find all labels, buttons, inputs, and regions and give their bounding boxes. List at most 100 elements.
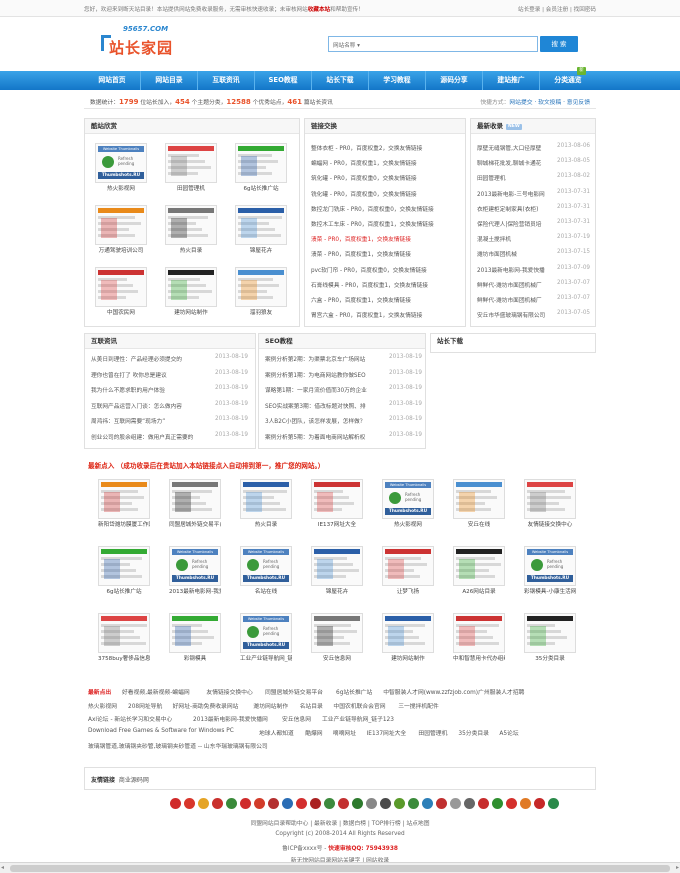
text-link[interactable]: 好网址-商助免费收录网站 [173,701,239,710]
cool-site-item[interactable]: 热火目录 [165,205,217,254]
certification-badge-icon[interactable] [310,798,321,809]
news-item[interactable]: 周鸿祎：互联网需要“现场力” [91,416,199,425]
cool-site-item[interactable]: 6g站长推广站 [235,143,287,192]
scroll-left-icon[interactable]: ◂ [1,864,4,871]
certification-badge-icon[interactable] [366,798,377,809]
link-exchange-item[interactable]: 数控木工车床 - PR0，百度权重1，交换友情链接 [311,219,434,228]
newest-item[interactable]: 潍坊市面团机械 [477,249,549,258]
certification-badge-icon[interactable] [268,798,279,809]
account-links[interactable]: 站长登录 | 会员注册 | 找回密码 [518,5,596,13]
certification-badge-icon[interactable] [450,798,461,809]
cool-site-item[interactable]: 溜羽狼友 [235,267,287,316]
seo-item[interactable]: 案例分析第5期：为着面电商网站解析权 [265,432,373,441]
newest-item[interactable]: 聊城梯花批发,聊城卡通花 [477,158,549,167]
certification-badge-icon[interactable] [338,798,349,809]
link-exchange-item[interactable]: 数控龙门铣床 - PR0，百度权重0，交换友情链接 [311,204,434,213]
newest-item[interactable]: 混凝土搅拌机 [477,234,549,243]
text-link[interactable]: 中国农机联合会官网 [333,701,385,710]
bookmark-link[interactable]: 收藏本站 [308,7,330,13]
news-item[interactable]: 互联网产品运营入门谈：怎么做内容 [91,401,199,410]
text-link[interactable]: 同盟居城外链交易平台 [265,687,323,696]
text-link[interactable]: 田园管理机 [418,728,447,737]
nav-download[interactable]: 站长下载 [312,71,369,90]
horizontal-scrollbar[interactable]: ◂ ▸ [0,862,680,873]
text-link[interactable]: 6g站长推广站 [336,687,372,696]
link-exchange-item[interactable]: 蝙蝠网 - PR0，百度权重1，交换友情链接 [311,158,417,167]
link-exchange-item[interactable]: 溃菜 - PR0，百度权重1，交换友情链接 [311,234,411,243]
link-exchange-item[interactable]: 整体衣柜 - PR0，百度权重2，交换友情链接 [311,143,422,152]
text-link[interactable]: 2013最新电影网-我爱快播网 [193,714,268,723]
newest-item[interactable]: 鲜鲜代-潍坊市面团机械厂 [477,295,549,304]
certification-badge-icon[interactable] [422,798,433,809]
certification-badge-icon[interactable] [478,798,489,809]
certification-badge-icon[interactable] [492,798,503,809]
nav-news[interactable]: 互联资讯 [198,71,255,90]
cool-site-item[interactable]: 田园管理机 [165,143,217,192]
seo-item[interactable]: 3人B2C小团队，该怎样发展，怎样做？ [265,416,373,425]
site-logo[interactable]: 95657.COM 站长家园 [101,25,191,61]
seo-item[interactable]: 案例分析第1期：为电商网站教你做SEO [265,370,373,379]
quick-link-list[interactable]: 网站提交 · 软文投稿 · 意见反馈 [509,100,590,106]
nav-tutorials[interactable]: 学习教程 [369,71,426,90]
text-link[interactable]: Download Free Games & Software for Windo… [88,728,234,734]
text-link[interactable]: 热火影视网 [88,701,117,710]
search-type-select[interactable]: 网站名称 ▾ [333,41,360,49]
certification-badge-icon[interactable] [226,798,237,809]
certification-badge-icon[interactable] [254,798,265,809]
certification-badge-icon[interactable] [548,798,559,809]
link-exchange-item[interactable]: pvc软门帘 - PR0，百度权重0，交换友情链接 [311,265,427,274]
promo-site-item[interactable]: Website Thumbnails Refresh pending Thumbsh… [524,546,576,595]
footer-links[interactable]: 同盟网站目录帮助中心 | 最新收录 | 数据白榜 | TOP排行榜 | 站点地图 [0,818,680,827]
promo-site-item[interactable]: 彩钢模具 [169,613,221,662]
text-link[interactable]: 玻璃钢管道,玻璃钢夹砂管,玻璃钢夹砂管道 -- 山东华瑞玻璃钢有限公司 [88,741,268,750]
link-exchange-item[interactable]: 筑化罐 - PR0，百度权重0，交换友情链接 [311,173,417,182]
nav-categories[interactable]: 分类通览 [540,71,596,90]
promo-site-item[interactable]: Website Thumbnails Refresh pending Thumbsh… [240,613,292,662]
promo-site-item[interactable]: 让梦飞扬 [382,546,434,595]
link-exchange-item[interactable]: 六盒 - PR0，百度权重1，交换友情链接 [311,295,411,304]
scrollbar-thumb[interactable] [10,865,670,872]
link-exchange-item[interactable]: 石膏线模具 - PR0，百度权重1，交换友情链接 [311,280,428,289]
text-link[interactable]: 酷爆网 [305,728,322,737]
certification-badge-icon[interactable] [296,798,307,809]
promo-site-item[interactable]: IE137网址大全 [311,479,363,528]
promo-site-item[interactable]: 3758buy奢侈品信息网 [98,613,150,662]
text-link[interactable]: 潍坊网站制作 [253,701,288,710]
text-link[interactable]: 35分类目录 [458,728,489,737]
newest-item[interactable]: 厚壁无缝钢管,大口径厚壁 [477,143,549,152]
seo-item[interactable]: SEO实战案第3期：借改标题对快照、排 [265,401,373,410]
cool-site-item[interactable]: 建坊网站制作 [165,267,217,316]
certification-badge-icon[interactable] [324,798,335,809]
search-button[interactable]: 搜 索 [540,36,578,52]
newest-item[interactable]: 2013最新电影网-我爱快播 [477,265,549,274]
scroll-right-icon[interactable]: ▸ [676,864,679,871]
newest-item[interactable]: 鲜鲜代-潍坊市面团机械厂 [477,280,549,289]
promo-site-item[interactable]: Website Thumbnails Refresh pending Thumbsh… [382,479,434,528]
text-link[interactable]: 工业产业链导航网_链子123 [322,714,394,723]
promo-site-item[interactable]: 锦屋花卉 [311,546,363,595]
promo-site-item[interactable]: 6g站长推广站 [98,546,150,595]
certification-badge-icon[interactable] [408,798,419,809]
news-item[interactable]: 创业公司的股余组建：做用户真正需要的 [91,432,199,441]
newest-item[interactable]: 安丘市华盛玻璃钢有限公司 [477,310,549,319]
text-link[interactable]: 好看视频,最新视频-蝙蝠网 [122,687,190,696]
cool-site-item[interactable]: Website Thumbnails Refresh pending Thumbsh… [95,143,147,192]
promo-site-item[interactable]: 安丘在线 [453,479,505,528]
promo-site-item[interactable]: 35分类目录 [524,613,576,662]
text-link[interactable]: Axl论坛 - 新站长学习和交易中心 [88,714,172,723]
promo-site-item[interactable]: Website Thumbnails Refresh pending Thumbsh… [240,546,292,595]
newest-item[interactable]: 保险代理人|保险营销员培 [477,219,549,228]
search-input[interactable]: 网站名称 ▾ [328,36,538,52]
certification-badge-icon[interactable] [534,798,545,809]
certification-badge-icon[interactable] [380,798,391,809]
text-link[interactable]: 名站目录 [300,701,323,710]
cool-site-item[interactable]: 锦屋花卉 [235,205,287,254]
promo-site-item[interactable]: Website Thumbnails Refresh pending Thumbsh… [169,546,221,595]
text-link[interactable]: 地球人都知道 [259,728,294,737]
text-link[interactable]: IE137网址大全 [367,728,407,737]
certification-badge-icon[interactable] [170,798,181,809]
news-item[interactable]: 理你也曾在打了 吹你总是建议 [91,370,199,379]
text-link[interactable]: 中智服装人才网(www.zzfzjob.com)广州服装人才招聘 [383,687,524,696]
seo-item[interactable]: 案例分析第2期：为渠票北京车广场网站 [265,354,373,363]
certification-badge-icon[interactable] [394,798,405,809]
